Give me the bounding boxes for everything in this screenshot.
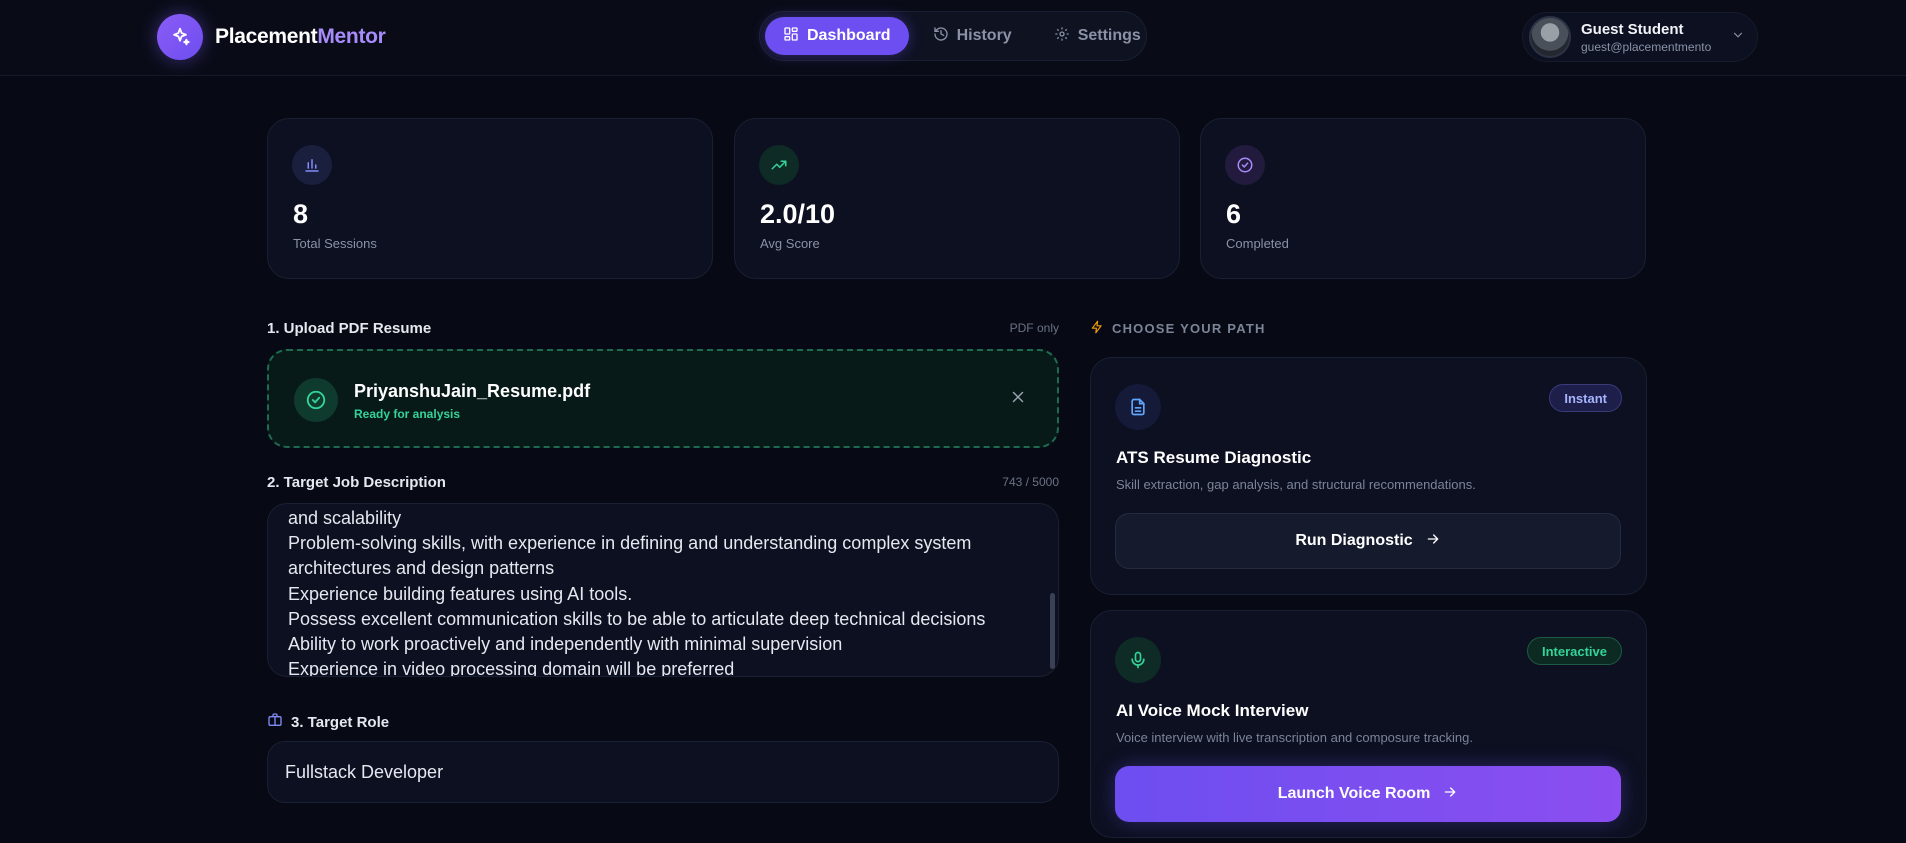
- gear-icon: [1054, 26, 1070, 47]
- microphone-icon: [1115, 637, 1161, 683]
- card-description: Voice interview with live transcription …: [1116, 730, 1473, 745]
- nav-settings-label: Settings: [1077, 27, 1141, 44]
- arrow-right-icon: [1442, 784, 1458, 805]
- voice-interview-card: Interactive AI Voice Mock Interview Voic…: [1090, 610, 1647, 838]
- card-description: Skill extraction, gap analysis, and stru…: [1116, 477, 1476, 492]
- user-menu[interactable]: Guest Student guest@placementmento: [1522, 12, 1758, 62]
- choose-path-text: CHOOSE YOUR PATH: [1112, 321, 1266, 336]
- jd-line: and scalability: [288, 508, 402, 528]
- bar-chart-icon: [292, 145, 332, 185]
- jd-line: Experience in video processing domain wi…: [288, 659, 735, 677]
- stat-card-avg-score: 2.0/10 Avg Score: [734, 118, 1180, 279]
- card-title: ATS Resume Diagnostic: [1116, 448, 1312, 467]
- instant-badge: Instant: [1549, 384, 1622, 412]
- stat-card-completed: 6 Completed: [1200, 118, 1646, 279]
- choose-path-label: CHOOSE YOUR PATH: [1090, 320, 1266, 337]
- check-circle-icon: [294, 378, 338, 422]
- run-diagnostic-button[interactable]: Run Diagnostic: [1115, 513, 1621, 569]
- brand-name-part2: Mentor: [317, 25, 386, 48]
- avatar: [1529, 16, 1571, 58]
- job-description-text: and scalability Problem-solving skills, …: [288, 506, 1028, 677]
- target-role-label-text: 3. Target Role: [291, 713, 390, 731]
- stat-label: Avg Score: [760, 236, 820, 251]
- sparkle-icon: [157, 14, 203, 60]
- scrollbar-thumb[interactable]: [1050, 593, 1055, 669]
- top-header: PlacementMentor Dashboard History Settin…: [0, 0, 1906, 76]
- job-description-textarea[interactable]: and scalability Problem-solving skills, …: [267, 503, 1059, 677]
- stat-value: 6: [1226, 199, 1242, 229]
- lightning-icon: [1090, 320, 1104, 337]
- brand-name: PlacementMentor: [215, 25, 386, 49]
- nav-settings[interactable]: Settings: [1036, 17, 1159, 55]
- launch-voice-room-button[interactable]: Launch Voice Room: [1115, 766, 1621, 822]
- nav-history-label: History: [956, 27, 1012, 44]
- nav-dashboard[interactable]: Dashboard: [765, 17, 909, 55]
- job-description-label: 2. Target Job Description: [267, 474, 446, 491]
- card-title: AI Voice Mock Interview: [1116, 701, 1309, 720]
- launch-voice-room-label: Launch Voice Room: [1277, 785, 1431, 802]
- upload-format-hint: PDF only: [1009, 321, 1059, 335]
- nav-dashboard-label: Dashboard: [807, 27, 891, 44]
- jd-line: Ability to work proactively and independ…: [288, 634, 843, 655]
- dashboard-icon: [783, 26, 799, 47]
- document-icon: [1115, 384, 1161, 430]
- user-name: Guest Student: [1581, 20, 1684, 38]
- interactive-badge: Interactive: [1526, 637, 1622, 665]
- stat-label: Completed: [1226, 236, 1289, 251]
- trending-up-icon: [759, 145, 799, 185]
- stat-value: 2.0/10: [760, 199, 836, 229]
- uploaded-filename: PriyanshuJain_Resume.pdf: [354, 381, 591, 401]
- ats-diagnostic-card: Instant ATS Resume Diagnostic Skill extr…: [1090, 357, 1647, 595]
- close-icon[interactable]: [1009, 388, 1027, 411]
- user-email: guest@placementmento: [1581, 39, 1712, 54]
- briefcase-icon: [267, 712, 283, 732]
- stat-label: Total Sessions: [293, 236, 377, 251]
- user-info: Guest Student guest@placementmento: [1581, 21, 1711, 54]
- arrow-right-icon: [1425, 531, 1441, 552]
- upload-section-label: 1. Upload PDF Resume: [267, 320, 432, 337]
- history-icon: [933, 26, 949, 47]
- chevron-down-icon[interactable]: [1731, 28, 1745, 47]
- target-role-label: 3. Target Role: [267, 712, 389, 732]
- jd-line: Experience building features using AI to…: [288, 583, 633, 604]
- nav-history[interactable]: History: [915, 17, 1030, 55]
- main-nav: Dashboard History Settings: [759, 11, 1147, 61]
- jd-line: architectures and design patterns: [288, 558, 555, 579]
- jd-line: Possess excellent communication skills t…: [288, 608, 986, 629]
- job-description-counter: 743 / 5000: [1002, 475, 1059, 489]
- run-diagnostic-label: Run Diagnostic: [1295, 532, 1413, 549]
- jd-line: Problem-solving skills, with experience …: [288, 533, 972, 554]
- target-role-value: Fullstack Developer: [285, 762, 444, 782]
- brand-logo[interactable]: PlacementMentor: [157, 14, 386, 60]
- stat-card-total-sessions: 8 Total Sessions: [267, 118, 713, 279]
- stat-value: 8: [293, 199, 309, 229]
- brand-name-part1: Placement: [215, 25, 318, 48]
- resume-upload-dropzone[interactable]: PriyanshuJain_Resume.pdf Ready for analy…: [267, 349, 1059, 448]
- target-role-input[interactable]: Fullstack Developer: [267, 741, 1059, 803]
- check-circle-icon: [1225, 145, 1265, 185]
- upload-status: Ready for analysis: [354, 407, 461, 421]
